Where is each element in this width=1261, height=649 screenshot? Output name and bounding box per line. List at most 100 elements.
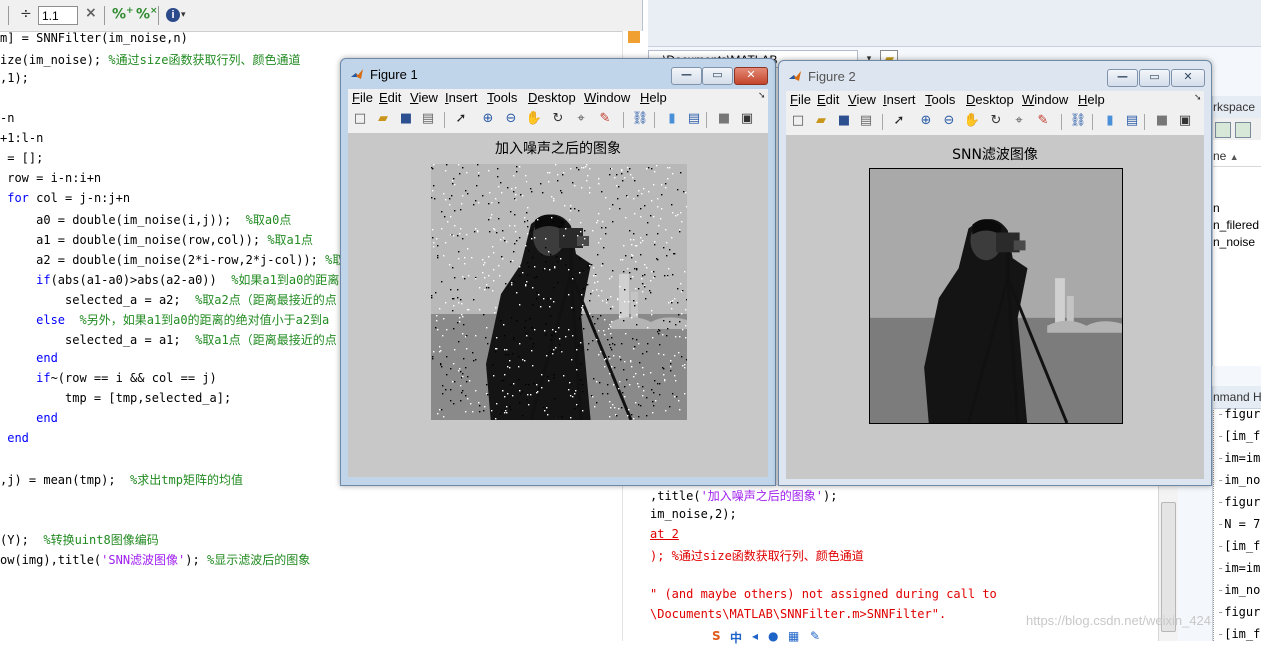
- history-item[interactable]: -[im_fi: [1217, 627, 1261, 649]
- command-output-line[interactable]: \Documents\MATLAB\SNNFilter.m>SNNFilter"…: [650, 607, 946, 627]
- menu-insert[interactable]: Insert: [883, 91, 916, 109]
- code-line[interactable]: ize(im_noise); %通过size函数获取行列、颜色通道: [0, 51, 301, 71]
- workspace-title[interactable]: rkspace: [1213, 96, 1261, 119]
- show-plot-tools-icon[interactable]: ▣: [1176, 113, 1194, 131]
- code-line[interactable]: selected_a = a1; %取a1点（距离最接近的点: [0, 331, 337, 351]
- code-line[interactable]: ,j) = mean(tmp); %求出tmp矩阵的均值: [0, 471, 243, 491]
- close-button[interactable]: ✕: [1171, 69, 1205, 87]
- open-file-icon[interactable]: ▰: [812, 113, 830, 131]
- menu-edit[interactable]: Edit: [817, 91, 839, 109]
- menu-file[interactable]: File: [790, 91, 811, 109]
- history-item[interactable]: -figure: [1217, 407, 1261, 429]
- code-line[interactable]: +1:l-n: [0, 131, 43, 151]
- command-output-line[interactable]: at 2: [650, 527, 679, 547]
- pan-hand-icon[interactable]: ✋: [963, 113, 981, 131]
- code-line[interactable]: if~(row == i && col == j): [0, 371, 217, 391]
- pan-hand-icon[interactable]: ✋: [525, 111, 543, 129]
- remove-cell-icon[interactable]: %×: [136, 6, 158, 23]
- legend-icon[interactable]: ▤: [1123, 113, 1141, 131]
- maximize-button[interactable]: ▭: [702, 67, 733, 85]
- command-output-line[interactable]: " (and maybe others) not assigned during…: [650, 587, 997, 607]
- data-cursor-icon[interactable]: ⌖: [1010, 113, 1028, 131]
- code-line[interactable]: end: [0, 431, 29, 451]
- workspace-column-header[interactable]: ne ▲: [1213, 146, 1261, 167]
- figure-1-window[interactable]: Figure 1 — ▭ ✕ File Edit View Insert Tools De…: [340, 58, 776, 486]
- menu-window[interactable]: Window: [584, 89, 630, 107]
- rotate-3d-icon[interactable]: ↻: [987, 113, 1005, 131]
- code-line[interactable]: -n: [0, 111, 14, 131]
- brush-icon[interactable]: ✎: [1034, 113, 1052, 131]
- code-line[interactable]: ,1);: [0, 71, 29, 91]
- figure-2-window[interactable]: Figure 2 — ▭ ✕ File Edit View Insert Tools De…: [778, 60, 1212, 486]
- command-output-line[interactable]: ,title('加入噪声之后的图象');: [650, 487, 837, 507]
- select-arrow-icon[interactable]: ➚: [890, 113, 908, 131]
- dock-arrow-icon[interactable]: ➘: [1194, 93, 1202, 103]
- menu-edit[interactable]: Edit: [379, 89, 401, 107]
- show-plot-tools-icon[interactable]: ▣: [738, 111, 756, 129]
- data-cursor-icon[interactable]: ⌖: [572, 111, 590, 129]
- workspace-variable[interactable]: n_filered: [1213, 218, 1259, 236]
- history-item[interactable]: -figure: [1217, 605, 1261, 627]
- open-file-icon[interactable]: ▰: [374, 111, 392, 129]
- hide-plot-tools-icon[interactable]: ■: [715, 111, 733, 129]
- history-item[interactable]: -figure: [1217, 495, 1261, 517]
- history-item[interactable]: -N = 7: [1217, 517, 1260, 539]
- minimize-button[interactable]: —: [671, 67, 702, 85]
- save-icon[interactable]: ■: [835, 113, 853, 131]
- print-icon[interactable]: ▤: [857, 113, 875, 131]
- legend-icon[interactable]: ▤: [685, 111, 703, 129]
- command-output-line[interactable]: im_noise,2);: [650, 507, 737, 527]
- menu-help[interactable]: Help: [1078, 91, 1105, 109]
- figure-2-titlebar[interactable]: Figure 2 — ▭ ✕: [779, 61, 1211, 91]
- zoom-in-icon[interactable]: ⊕: [479, 111, 497, 129]
- code-line[interactable]: ow(img),title('SNN滤波图像'); %显示滤波后的图象: [0, 551, 310, 571]
- dock-arrow-icon[interactable]: ➘: [758, 91, 766, 101]
- rotate-3d-icon[interactable]: ↻: [549, 111, 567, 129]
- link-plot-icon[interactable]: ⛓: [1069, 113, 1087, 131]
- workspace-variable[interactable]: n: [1213, 201, 1220, 219]
- menu-window[interactable]: Window: [1022, 91, 1068, 109]
- code-line[interactable]: else %另外，如果a1到a0的距离的绝对值小于a2到a: [0, 311, 329, 331]
- insert-cell-icon[interactable]: %+: [112, 6, 134, 23]
- close-button[interactable]: ✕: [734, 67, 768, 85]
- cell-step-input[interactable]: 1.1: [38, 6, 78, 25]
- history-item[interactable]: -[im_fi: [1217, 429, 1261, 451]
- new-figure-icon[interactable]: □: [351, 111, 369, 129]
- brush-icon[interactable]: ✎: [596, 111, 614, 129]
- workspace-variable[interactable]: n_noise: [1213, 235, 1255, 253]
- history-item[interactable]: -im_noi: [1217, 473, 1261, 495]
- code-line[interactable]: selected_a = a2; %取a2点（距离最接近的点: [0, 291, 337, 311]
- menu-help[interactable]: Help: [640, 89, 667, 107]
- code-line[interactable]: = [];: [0, 151, 43, 171]
- new-figure-icon[interactable]: □: [789, 113, 807, 131]
- colorbar-icon[interactable]: ▮: [1101, 113, 1119, 131]
- link-plot-icon[interactable]: ⛓: [631, 111, 649, 129]
- zoom-out-icon[interactable]: ⊖: [940, 113, 958, 131]
- history-item[interactable]: -im=imr: [1217, 451, 1261, 473]
- import-data-icon[interactable]: [1235, 122, 1251, 138]
- code-line[interactable]: row = i-n:i+n: [0, 171, 101, 191]
- menu-insert[interactable]: Insert: [445, 89, 478, 107]
- code-line[interactable]: a2 = double(im_noise(2*i-row,2*j-col)); …: [0, 251, 351, 271]
- menu-tools[interactable]: Tools: [925, 91, 955, 109]
- history-item[interactable]: -im_noi: [1217, 583, 1261, 605]
- save-icon[interactable]: ■: [397, 111, 415, 129]
- command-output-line[interactable]: ); %通过size函数获取行列、颜色通道: [650, 547, 864, 567]
- zoom-in-icon[interactable]: ⊕: [917, 113, 935, 131]
- menu-view[interactable]: View: [848, 91, 876, 109]
- code-line[interactable]: a0 = double(im_noise(i,j)); %取a0点: [0, 211, 291, 231]
- code-line[interactable]: a1 = double(im_noise(row,col)); %取a1点: [0, 231, 313, 251]
- history-item[interactable]: -im=imr: [1217, 561, 1261, 583]
- minimize-button[interactable]: —: [1107, 69, 1138, 87]
- menu-desktop[interactable]: Desktop: [528, 89, 576, 107]
- colorbar-icon[interactable]: ▮: [663, 111, 681, 129]
- code-line[interactable]: end: [0, 351, 58, 371]
- code-line[interactable]: end: [0, 411, 58, 431]
- command-history-title[interactable]: nmand H: [1213, 386, 1261, 409]
- divide-icon[interactable]: ÷: [20, 6, 32, 22]
- menu-view[interactable]: View: [410, 89, 438, 107]
- menu-file[interactable]: File: [352, 89, 373, 107]
- code-line[interactable]: if(abs(a1-a0)>abs(a2-a0)) %如果a1到a0的距离的: [0, 271, 351, 291]
- print-icon[interactable]: ▤: [419, 111, 437, 129]
- hide-plot-tools-icon[interactable]: ■: [1153, 113, 1171, 131]
